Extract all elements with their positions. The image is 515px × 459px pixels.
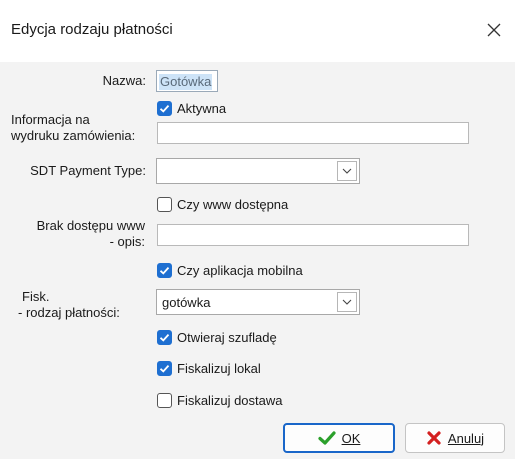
fisk-rodzaj-label: Fisk. - rodzaj płatności: [18, 289, 120, 320]
informacja-input[interactable] [157, 122, 469, 144]
checkmark-icon [159, 333, 170, 342]
title-bar: Edycja rodzaju płatności [0, 0, 515, 62]
checkmark-icon [159, 266, 170, 275]
aktywna-label: Aktywna [177, 100, 227, 116]
window-title: Edycja rodzaju płatności [11, 21, 173, 38]
czy-aplikacja-label: Czy aplikacja mobilna [177, 262, 303, 278]
fisk-dostawa-checkbox-box [157, 392, 172, 408]
aktywna-checkbox-box [157, 100, 172, 116]
fisk-dropdown-button[interactable] [337, 292, 357, 312]
fiskalizuj-dostawa-checkbox[interactable]: Fiskalizuj dostawa [157, 391, 283, 409]
payment-type-dialog: Edycja rodzaju płatności Nazwa: Gotówka … [0, 0, 515, 459]
czy-www-label: Czy www dostępna [177, 196, 289, 212]
otwieraj-checkbox-box [157, 329, 172, 345]
checkmark-icon [159, 364, 170, 373]
fiskalizuj-lokal-checkbox[interactable]: Fiskalizuj lokal [157, 359, 261, 377]
chevron-down-icon [342, 299, 352, 305]
informacja-label: Informacja na wydruku zamówienia: [11, 112, 136, 143]
x-icon [426, 430, 442, 446]
fisk-lokal-label: Fiskalizuj lokal [177, 360, 261, 376]
checkmark-icon [317, 430, 336, 446]
brak-dostepu-label: Brak dostępu www - opis: [36, 218, 145, 249]
close-icon [487, 23, 501, 37]
button-bar: OK Anuluj [0, 408, 515, 459]
czy-aplikacja-checkbox[interactable]: Czy aplikacja mobilna [157, 261, 303, 279]
ok-button-label: OK [341, 430, 361, 446]
sdt-dropdown-button[interactable] [337, 161, 357, 181]
cancel-button[interactable]: Anuluj [405, 423, 505, 453]
ok-button[interactable]: OK [283, 423, 395, 453]
brak-dostepu-input[interactable] [157, 224, 469, 246]
chevron-down-icon [342, 168, 352, 174]
fisk-dostawa-label: Fiskalizuj dostawa [177, 392, 283, 408]
form-area: Nazwa: Gotówka Aktywna Informacja na wyd… [0, 62, 515, 419]
otwieraj-szuflade-checkbox[interactable]: Otwieraj szufladę [157, 328, 277, 346]
nazwa-value: Gotówka [159, 74, 213, 90]
cancel-button-label: Anuluj [447, 430, 485, 446]
aktywna-checkbox[interactable]: Aktywna [157, 99, 226, 117]
fisk-value: gotówka [162, 295, 211, 310]
nazwa-input[interactable]: Gotówka [156, 70, 218, 92]
checkmark-icon [159, 104, 170, 113]
sdt-payment-type-select[interactable] [156, 158, 360, 184]
czy-aplikacja-checkbox-box [157, 262, 172, 278]
czy-www-checkbox-box [157, 196, 172, 212]
fisk-lokal-checkbox-box [157, 360, 172, 376]
czy-www-checkbox[interactable]: Czy www dostępna [157, 195, 288, 213]
otwieraj-label: Otwieraj szufladę [177, 329, 277, 345]
nazwa-label: Nazwa: [102, 73, 146, 88]
fisk-rodzaj-select[interactable]: gotówka [156, 289, 360, 315]
close-button[interactable] [477, 13, 511, 47]
sdt-label: SDT Payment Type: [30, 163, 146, 178]
